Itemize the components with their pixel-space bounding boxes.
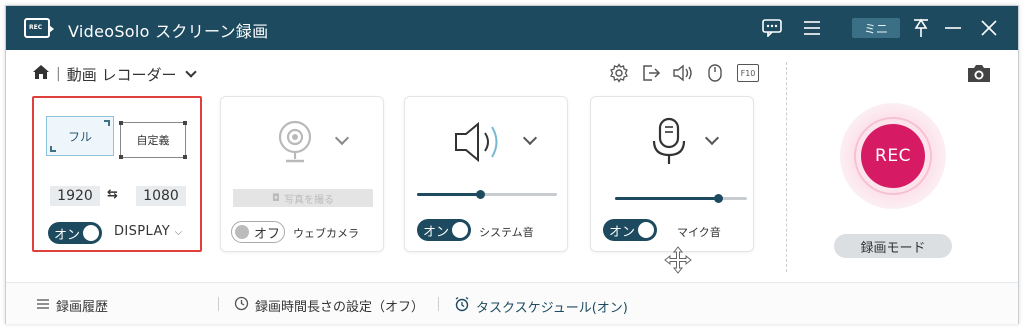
system-speaker-icon	[453, 119, 513, 169]
display-panel: フル 自定義 1920 ⇆ 1080 オン DISPLAY ⌵	[32, 96, 202, 252]
f10-key-label: F10	[737, 64, 759, 82]
corner-marker-icon	[104, 120, 110, 126]
f10-icon[interactable]: F10	[736, 62, 760, 84]
task-schedule-label: タスクスケジュール(オン)	[476, 300, 628, 316]
move-cursor-icon	[664, 246, 692, 278]
app-logo-text: REC	[29, 24, 43, 31]
mode-separator: |	[56, 66, 61, 82]
handle-icon	[119, 155, 123, 159]
display-source-select[interactable]: DISPLAY ⌵	[114, 224, 183, 239]
app-window: REC VideoSolo スクリーン録画 ミニ | 動画 レコーダー F10 …	[5, 5, 1019, 324]
toggle-knob	[638, 222, 654, 238]
clock-icon	[234, 296, 249, 315]
custom-region-button[interactable]: 自定義	[119, 121, 187, 159]
display-toggle[interactable]: オン	[48, 222, 102, 244]
system-volume-slider[interactable]	[417, 190, 557, 199]
close-icon[interactable]	[978, 16, 1000, 40]
mode-selector[interactable]: | 動画 レコーダー	[32, 62, 197, 86]
microphone-label: マイク音	[677, 226, 721, 239]
full-screen-label: フル	[67, 129, 92, 144]
system-audio-toggle-label: オン	[423, 224, 450, 240]
webcam-toggle[interactable]: オフ	[231, 221, 285, 243]
display-source-label: DISPLAY	[114, 224, 171, 239]
toolbar-icons: F10	[608, 62, 760, 84]
task-schedule-link[interactable]: タスクスケジュール(オン)	[454, 296, 628, 316]
feedback-icon[interactable]	[760, 16, 784, 40]
toggle-knob	[83, 225, 99, 241]
history-link[interactable]: 録画履歴	[36, 296, 108, 315]
export-icon[interactable]	[640, 62, 662, 84]
system-volume-fill	[417, 193, 480, 196]
webcam-label: ウェブカメラ	[293, 227, 359, 240]
home-icon[interactable]	[32, 64, 50, 84]
system-audio-panel: オン システム音	[404, 96, 568, 252]
title-bar: REC VideoSolo スクリーン録画 ミニ	[6, 6, 1018, 50]
chevron-down-icon[interactable]	[522, 130, 538, 146]
handle-icon	[183, 155, 187, 159]
pin-icon[interactable]	[910, 16, 932, 40]
corner-marker-icon	[50, 146, 56, 152]
chevron-down-icon[interactable]	[704, 130, 720, 146]
microphone-volume-slider[interactable]	[615, 194, 747, 203]
chevron-down-icon[interactable]	[184, 65, 197, 78]
recording-mode-button[interactable]: 録画モード	[834, 234, 952, 258]
speaker-icon[interactable]	[672, 62, 694, 84]
custom-region-label: 自定義	[136, 134, 170, 147]
webcam-toggle-label: オフ	[254, 226, 281, 242]
record-button[interactable]: REC	[861, 124, 925, 188]
duration-setting-label: 録画時間長さの設定（オフ）	[255, 300, 425, 315]
toggle-knob	[235, 225, 249, 239]
minimize-icon[interactable]	[942, 16, 964, 40]
system-volume-thumb[interactable]	[476, 190, 485, 199]
mouse-icon[interactable]	[704, 62, 726, 84]
mode-label[interactable]: 動画 レコーダー	[67, 64, 177, 85]
handle-icon	[183, 121, 187, 125]
system-audio-label: システム音	[479, 226, 534, 239]
list-icon	[36, 298, 50, 314]
screenshot-camera-icon[interactable]	[966, 62, 992, 88]
full-screen-button[interactable]: フル	[46, 116, 114, 156]
microphone-volume-fill	[615, 197, 718, 200]
webcam-panel: ◘ 写真を撮る オフ ウェブカメラ	[220, 96, 384, 252]
system-audio-toggle[interactable]: オン	[417, 219, 471, 241]
app-title: VideoSolo スクリーン録画	[68, 22, 269, 41]
take-photo-label: 写真を撮る	[283, 194, 334, 206]
handle-icon	[119, 121, 123, 125]
camera-small-icon: ◘	[272, 192, 280, 204]
footer-bar: 録画履歴 録画時間長さの設定（オフ） タスクスケジュール(オン)	[6, 282, 1018, 324]
footer-separator	[438, 297, 439, 311]
aspect-link-icon[interactable]: ⇆	[107, 187, 118, 202]
footer-separator	[218, 297, 219, 311]
alarm-clock-icon	[454, 296, 470, 316]
display-toggle-label: オン	[54, 227, 81, 243]
microphone-icon	[649, 117, 689, 171]
vertical-divider	[786, 62, 787, 272]
history-label: 録画履歴	[56, 300, 109, 315]
gear-icon[interactable]	[608, 62, 630, 84]
webcam-icon	[275, 119, 315, 169]
width-input[interactable]: 1920	[50, 186, 100, 206]
app-logo-icon: REC	[24, 18, 54, 38]
menu-icon[interactable]	[800, 16, 824, 40]
chevron-down-icon: ⌵	[174, 227, 183, 238]
take-photo-button[interactable]: ◘ 写真を撮る	[233, 189, 373, 207]
microphone-panel: オン マイク音	[590, 96, 754, 252]
toggle-knob	[452, 222, 468, 238]
microphone-toggle[interactable]: オン	[603, 219, 657, 241]
chevron-down-icon[interactable]	[334, 130, 350, 146]
mini-mode-button[interactable]: ミニ	[852, 18, 900, 38]
microphone-volume-thumb[interactable]	[713, 194, 723, 203]
height-input[interactable]: 1080	[136, 186, 186, 206]
microphone-toggle-label: オン	[609, 224, 636, 240]
duration-setting-link[interactable]: 録画時間長さの設定（オフ）	[234, 296, 424, 315]
